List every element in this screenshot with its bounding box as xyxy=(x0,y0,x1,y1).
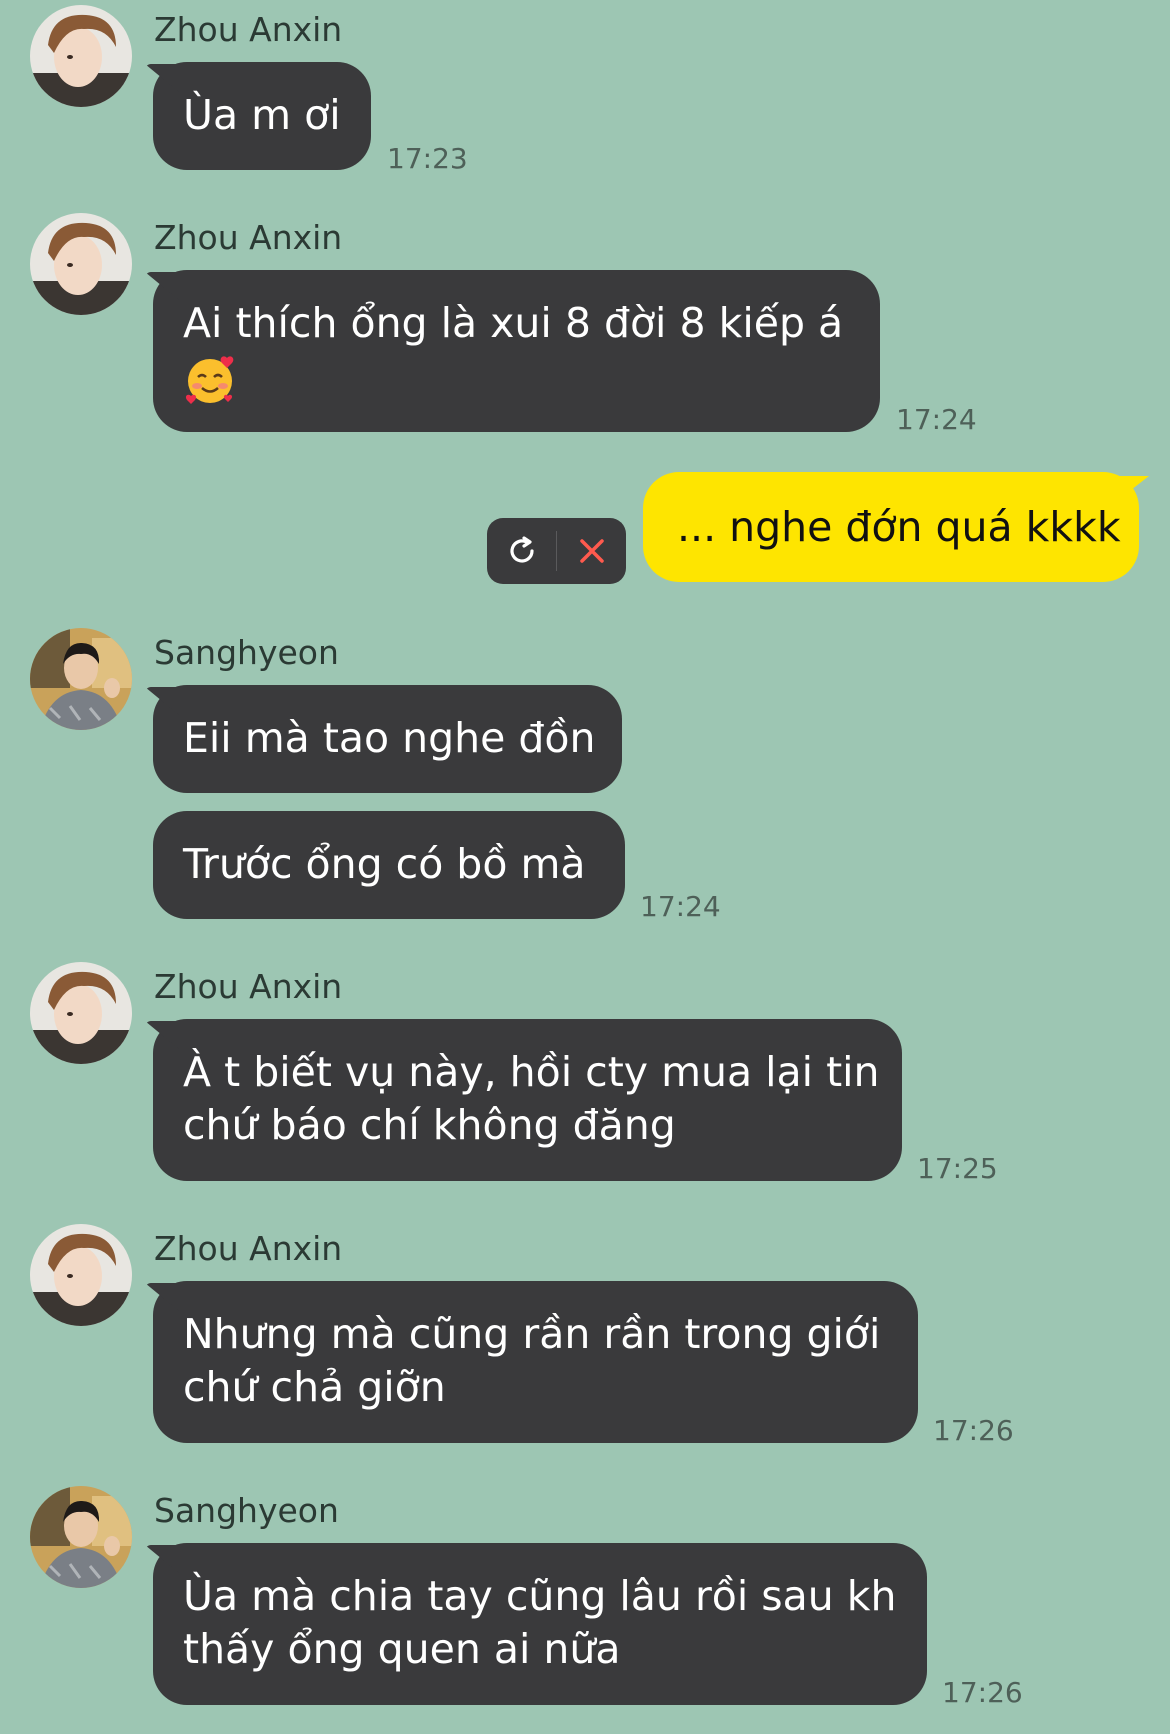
message-bubble[interactable]: Ùa m ơi xyxy=(153,62,371,170)
sender-name: Sanghyeon xyxy=(154,633,339,672)
message-timestamp: 17:24 xyxy=(640,890,721,923)
avatar-sanghyeon-image xyxy=(30,628,132,730)
outgoing-message-text: ... nghe đớn quá kkkk xyxy=(677,503,1121,551)
avatar-zhou-anxin-image xyxy=(30,213,132,315)
message-timestamp: 17:25 xyxy=(917,1152,998,1185)
smiling-face-with-hearts-icon xyxy=(185,356,234,404)
avatar-sanghyeon-image xyxy=(30,1486,132,1588)
message-timestamp: 17:24 xyxy=(896,403,977,436)
message-bubble[interactable]: Eii mà tao nghe đồn xyxy=(153,685,622,793)
outgoing-message-bubble[interactable]: ... nghe đớn quá kkkk xyxy=(643,472,1139,582)
message-text-line: chứ báo chí không đăng xyxy=(183,1101,676,1149)
message-bubble[interactable]: À t biết vụ này, hồi cty mua lại tin chứ… xyxy=(153,1019,902,1181)
avatar-zhou-anxin-image xyxy=(30,5,132,107)
sender-name: Zhou Anxin xyxy=(154,1229,343,1268)
avatar-zhou-anxin[interactable] xyxy=(30,1224,132,1326)
avatar-zhou-anxin-image xyxy=(30,1224,132,1326)
message-text: Eii mà tao nghe đồn xyxy=(183,714,596,762)
delete-icon xyxy=(579,539,604,563)
avatar-sanghyeon[interactable] xyxy=(30,628,132,730)
failed-message-actions xyxy=(487,518,626,584)
sender-name: Sanghyeon xyxy=(154,1491,339,1530)
avatar-sanghyeon[interactable] xyxy=(30,1486,132,1588)
message-timestamp: 17:23 xyxy=(387,142,468,175)
avatar-zhou-anxin[interactable] xyxy=(30,962,132,1064)
message-text: Ùa m ơi xyxy=(183,91,341,139)
sender-name: Zhou Anxin xyxy=(154,10,343,49)
retry-send-button[interactable] xyxy=(487,518,556,584)
chat-message-list[interactable]: Zhou Anxin Ùa m ơi 17:23 Zhou Anxin Ai t… xyxy=(0,0,1170,1734)
avatar-zhou-anxin[interactable] xyxy=(30,213,132,315)
message-text-line: chứ chả giỡn xyxy=(183,1363,446,1411)
message-text-line: Ùa mà chia tay cũng lâu rồi sau kh xyxy=(183,1572,897,1620)
message-bubble[interactable]: Ai thích ổng là xui 8 đời 8 kiếp á xyxy=(153,270,880,432)
message-timestamp: 17:26 xyxy=(942,1676,1023,1709)
avatar-zhou-anxin[interactable] xyxy=(30,5,132,107)
message-text: Ai thích ổng là xui 8 đời 8 kiếp á xyxy=(183,299,844,347)
message-bubble[interactable]: Nhưng mà cũng rần rần trong giới chứ chả… xyxy=(153,1281,918,1443)
avatar-zhou-anxin-image xyxy=(30,962,132,1064)
message-bubble[interactable]: Ùa mà chia tay cũng lâu rồi sau kh thấy … xyxy=(153,1543,927,1705)
message-text-line: À t biết vụ này, hồi cty mua lại tin xyxy=(183,1048,880,1096)
sender-name: Zhou Anxin xyxy=(154,967,343,1006)
message-bubble[interactable]: Trước ổng có bồ mà xyxy=(153,811,625,919)
message-text: Trước ổng có bồ mà xyxy=(183,840,586,888)
delete-message-button[interactable] xyxy=(557,518,626,584)
message-timestamp: 17:26 xyxy=(933,1414,1014,1447)
message-text-line: thấy ổng quen ai nữa xyxy=(183,1625,621,1673)
sender-name: Zhou Anxin xyxy=(154,218,343,257)
message-text-line: Nhưng mà cũng rần rần trong giới xyxy=(183,1310,881,1358)
retry-icon xyxy=(509,536,534,563)
